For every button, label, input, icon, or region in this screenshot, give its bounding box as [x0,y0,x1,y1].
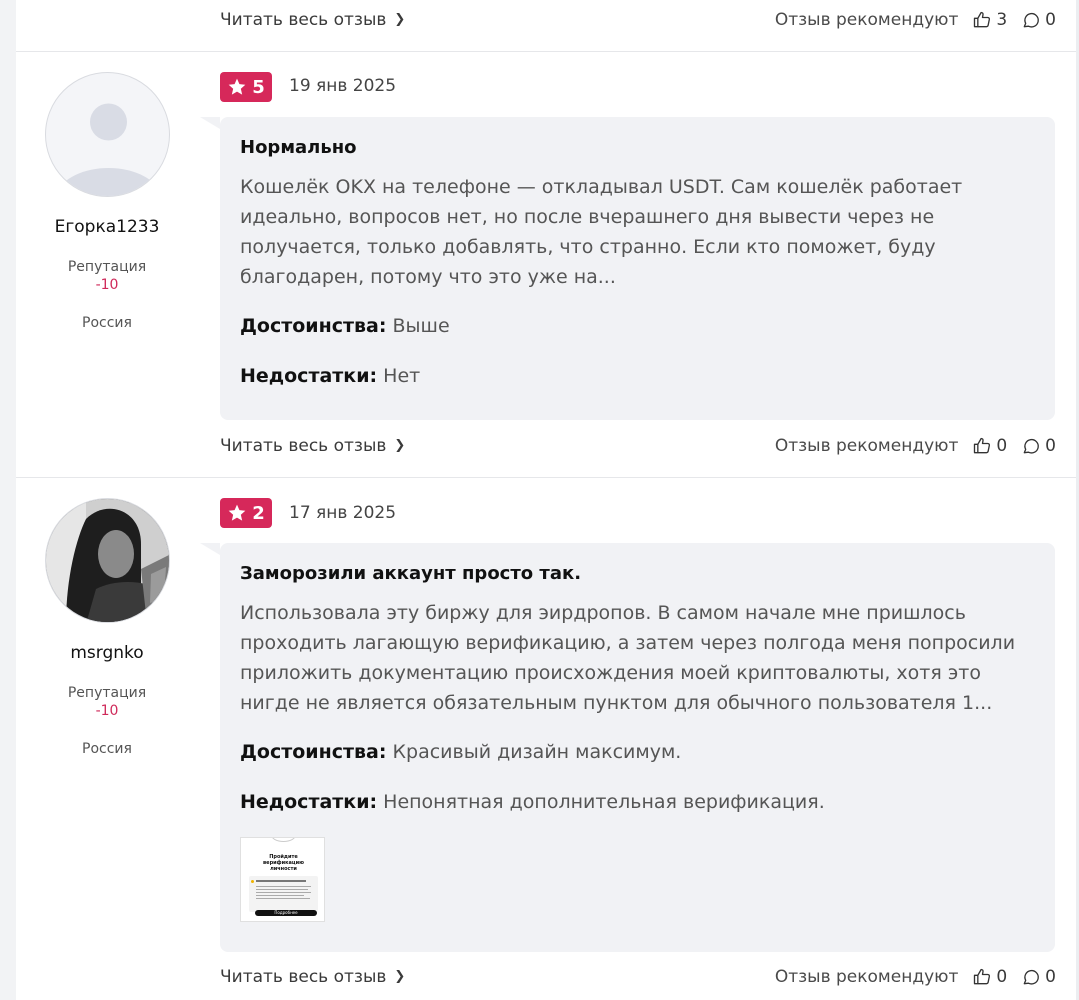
comment-count: 0 [1045,436,1056,456]
reputation-value: -10 [95,277,119,293]
comment-count: 0 [1045,967,1056,987]
user-country: Россия [82,315,132,331]
like-count: 0 [996,967,1008,987]
review-cons: Недостатки: Нет [240,361,1035,391]
username[interactable]: msrgnko [16,643,198,663]
like-button[interactable]: 0 [972,967,1007,987]
pros-text: Красивый дизайн максимум. [392,741,682,763]
comment-button[interactable]: 0 [1021,10,1056,30]
chevron-right-icon: ❯ [394,968,406,984]
review-date: 17 янв 2025 [289,503,397,523]
cons-text: Непонятная дополнительная верификация. [383,791,825,813]
review-text: Кошелёк OKX на телефоне — откладывал USD… [240,176,963,288]
review-body: Нормально Кошелёк OKX на телефоне — откл… [220,117,1055,420]
reputation-value: -10 [95,703,119,719]
review-pros: Достоинства: Красивый дизайн максимум. [240,737,1035,767]
review-footer: Читать весь отзыв ❯ Отзыв рекомендуют 0 … [220,965,1056,989]
star-icon [228,78,246,95]
recommend-label: Отзыв рекомендуют [774,967,959,987]
previous-review-footer: Читать весь отзыв ❯ Отзыв рекомендуют 3 … [220,8,1056,32]
pros-label: Достоинства: [240,741,387,763]
review-body: Заморозили аккаунт просто так. Использов… [220,543,1055,952]
username[interactable]: Егорка1233 [16,217,198,237]
read-full-review-link[interactable]: Читать весь отзыв ❯ [220,436,405,456]
recommend-label: Отзыв рекомендуют [774,436,959,456]
like-count: 3 [996,10,1008,30]
comment-count: 0 [1045,10,1056,30]
rating-badge: 2 [220,498,272,528]
pros-text: Выше [392,315,450,337]
cons-label: Недостатки: [240,791,378,813]
like-button[interactable]: 0 [972,436,1007,456]
review-title[interactable]: Нормально [240,137,1035,158]
like-button[interactable]: 3 [972,10,1007,30]
comment-button[interactable]: 0 [1021,436,1056,456]
user-photo [46,499,169,622]
avatar[interactable] [45,72,170,197]
thumbs-up-icon [974,437,991,454]
thumbnail-heading: Пройдите верификацию личности [263,854,304,872]
read-full-review-label: Читать весь отзыв [220,967,387,987]
cons-text: Нет [383,365,421,387]
review-title[interactable]: Заморозили аккаунт просто так. [240,563,1035,584]
comment-icon [1023,439,1040,454]
chevron-right-icon: ❯ [394,437,406,453]
like-count: 0 [996,436,1008,456]
read-full-review-label: Читать весь отзыв [220,436,387,456]
thumbs-up-icon [974,11,991,28]
review-image-thumbnail[interactable]: Пройдите верификацию личности Подробнее [240,837,325,922]
chevron-right-icon: ❯ [394,11,406,27]
page-left-margin [0,0,16,1000]
bubble-tail [200,117,220,129]
comment-button[interactable]: 0 [1021,967,1056,987]
read-full-review-link[interactable]: Читать весь отзыв ❯ [220,10,405,30]
review-pros: Достоинства: Выше [240,311,1035,341]
rating-value: 2 [252,502,265,524]
review-text: Использовала эту биржу для эирдропов. В … [240,602,1016,714]
pros-label: Достоинства: [240,315,387,337]
rating-value: 5 [252,76,265,98]
read-full-review-link[interactable]: Читать весь отзыв ❯ [220,967,405,987]
thumbs-up-icon [974,968,991,985]
comment-icon [1023,970,1040,985]
user-placeholder-icon [54,103,163,196]
reputation-label: Репутация [67,259,147,275]
user-country: Россия [82,741,132,757]
read-full-review-label: Читать весь отзыв [220,10,387,30]
recommend-label: Отзыв рекомендуют [774,10,959,30]
thumbnail-button: Подробнее [255,910,317,916]
review-divider [16,51,1076,52]
review-footer: Читать весь отзыв ❯ Отзыв рекомендуют 0 … [220,434,1056,458]
avatar[interactable] [45,498,170,623]
review-cons: Недостатки: Непонятная дополнительная ве… [240,787,1035,817]
bubble-tail [200,543,220,555]
cons-label: Недостатки: [240,365,378,387]
star-icon [228,504,246,521]
rating-badge: 5 [220,72,272,102]
review-divider [16,477,1076,478]
reputation-label: Репутация [67,685,147,701]
review-date: 19 янв 2025 [289,76,397,96]
comment-icon [1023,13,1040,28]
